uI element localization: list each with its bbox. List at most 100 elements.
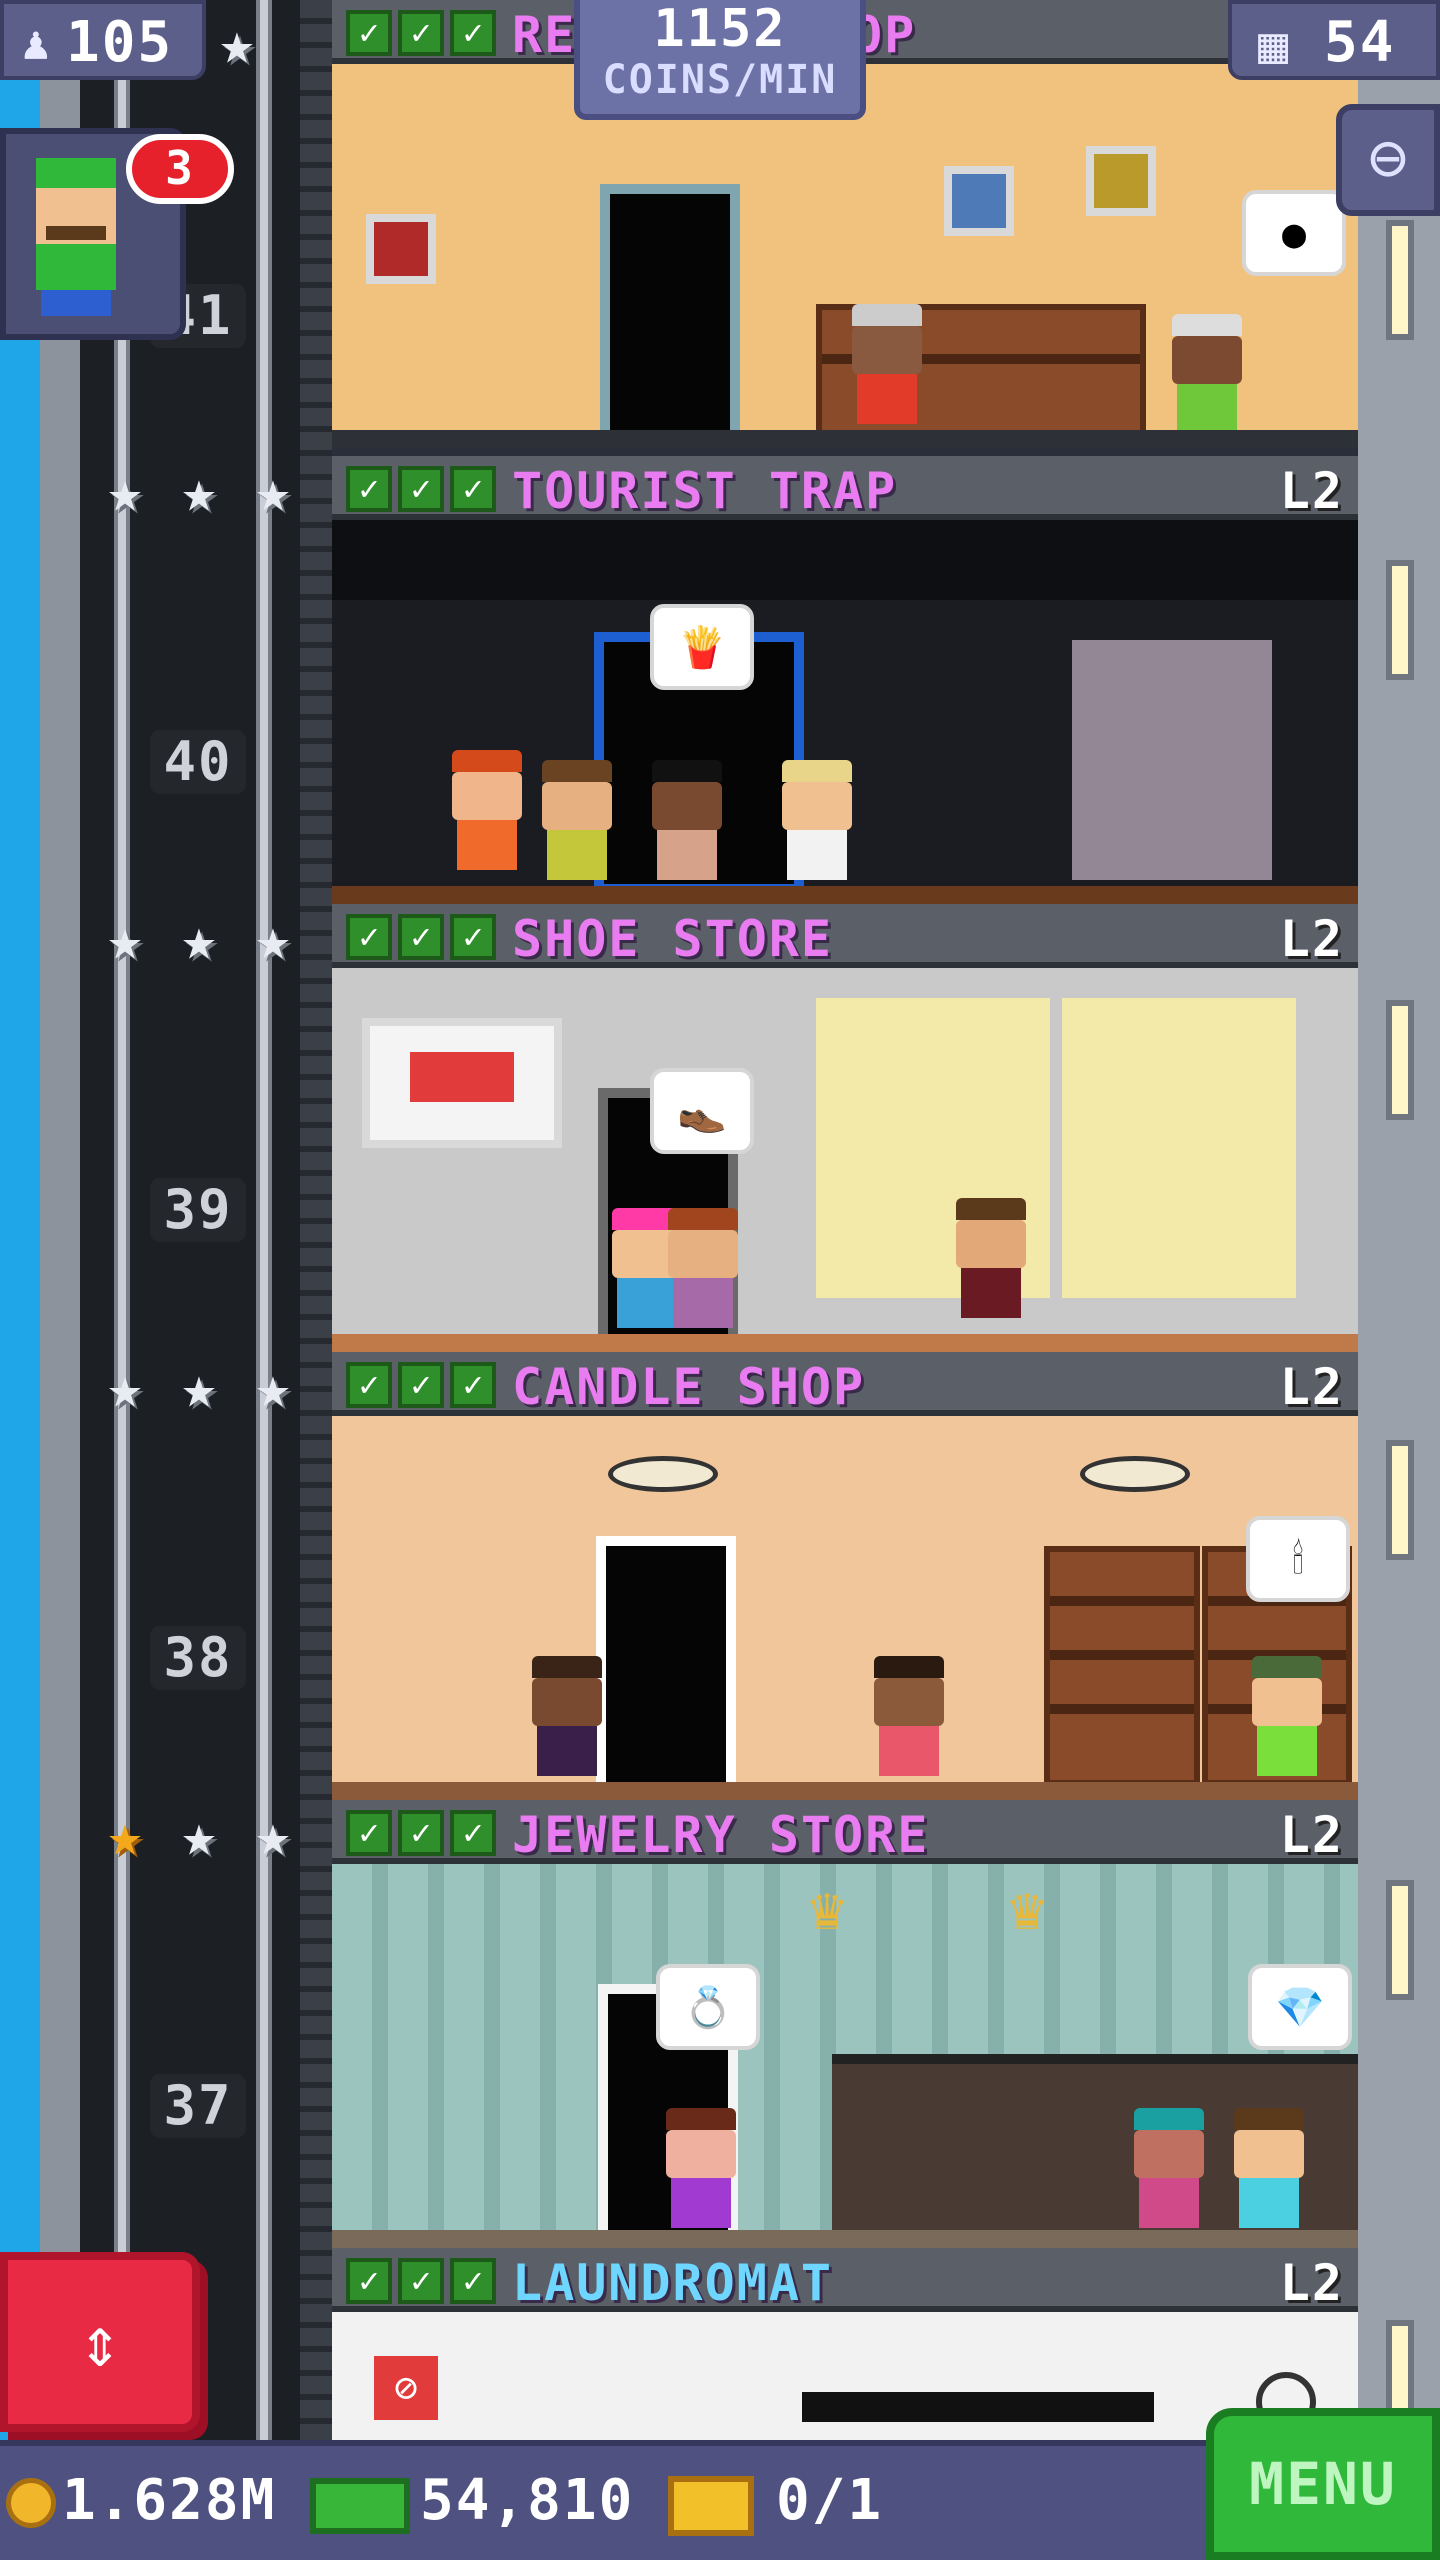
bitizen[interactable] [956,1198,1026,1318]
bitizen[interactable] [782,760,852,880]
floor-checks: ✓ ✓ ✓ [346,2258,496,2304]
coins-value: 1.628M [62,2468,277,2533]
bitizen[interactable] [1252,1656,1322,1776]
bitizen[interactable] [874,1656,944,1776]
floor-name: JEWELRY STORE [512,1806,930,1864]
floor-level: L2 [1279,1358,1344,1416]
bitizen[interactable] [852,304,922,424]
floor-header: ✓ ✓ ✓ JEWELRY STORE L2 [332,1800,1358,1864]
building-icon: ▦ [1258,16,1289,74]
check-icon: ✓ [398,1362,444,1408]
chandelier-icon: ♛ [808,1874,846,1944]
building-window [1386,220,1414,340]
bitizen[interactable] [1134,2108,1204,2228]
building-window [1386,1000,1414,1120]
floor-checks: ✓ ✓ ✓ [346,1810,496,1856]
check-icon: ✓ [346,466,392,512]
mission-panel[interactable]: 3 [0,128,234,340]
ceiling-lamp [608,1456,718,1492]
floor-counter[interactable]: ▦ 54 [1228,0,1440,80]
floor-stars-jewelry-store: ★ ★ ★ [96,1806,302,1864]
up-down-arrows-icon: ⇕ [78,2301,122,2383]
check-icon: ✓ [450,914,496,960]
check-icon: ✓ [346,10,392,56]
floor-stars-shoe-store: ★ ★ ★ [96,910,302,968]
floor-level: L2 [1279,910,1344,968]
floor-interior: ⊘ [332,2312,1358,2440]
floor-candle-shop[interactable]: ✓ ✓ ✓ CANDLE SHOP L2 🕯 [332,1352,1358,1800]
bitizen[interactable] [666,2108,736,2228]
person-icon: ♟ [22,16,50,70]
bitizen[interactable] [668,1208,738,1328]
painting [944,166,1014,236]
floor-name: TOURIST TRAP [512,462,898,520]
floor-header: ✓ ✓ ✓ TOURIST TRAP L2 [332,456,1358,520]
elevator-button[interactable]: ⇕ [0,2252,200,2432]
population-counter[interactable]: ♟ 105 [0,0,206,80]
speech-bubble[interactable]: ● [1242,190,1346,276]
floor-level: L2 [1279,2254,1344,2312]
floor-shoe-store[interactable]: ✓ ✓ ✓ SHOE STORE L2 👞 [332,904,1358,1352]
elevator-floor-number: 37 [150,2074,246,2138]
floor-checks: ✓ ✓ ✓ [346,1362,496,1408]
star-icon: ★ [181,1801,217,1869]
building-window [1386,2320,1414,2420]
floor-stars-top: ★ [208,14,266,72]
building-window [1386,1880,1414,2000]
elevator-floor-number: 39 [150,1178,246,1242]
check-icon: ✓ [450,466,496,512]
elevator-floor-number: 38 [150,1626,246,1690]
speech-bubble[interactable]: 🕯 [1246,1516,1350,1602]
floor-count-value: 54 [1324,10,1396,75]
display-case [1072,640,1272,880]
check-icon: ✓ [450,1362,496,1408]
floor-stars-candle-shop: ★ ★ ★ [96,1358,302,1416]
check-icon: ✓ [346,2258,392,2304]
speech-bubble[interactable]: 👞 [650,1068,754,1154]
zoom-out-button[interactable]: ⊖ [1336,104,1440,216]
floor-name: LAUNDROMAT [512,2254,834,2312]
chandelier-icon: ♛ [1008,1874,1046,1944]
floor-laundromat[interactable]: ✓ ✓ ✓ LAUNDROMAT L2 ⊘ [332,2248,1358,2440]
check-icon: ✓ [398,2258,444,2304]
coins-per-min-value: 1152 [653,0,787,59]
floor-door [596,1536,736,1800]
floor-name: RE [512,6,577,64]
floor-base [332,1782,1358,1800]
gold-star-icon: ★ [107,1801,143,1869]
bitizen[interactable] [452,750,522,870]
check-icon: ✓ [450,1810,496,1856]
floor-interior: 🍟 [332,520,1358,904]
floor-interior: 👞 [332,968,1358,1352]
floor-header: ✓ ✓ ✓ LAUNDROMAT L2 [332,2248,1358,2312]
menu-button[interactable]: MENU [1206,2408,1440,2560]
sky-strip [0,0,40,2440]
check-icon: ✓ [450,10,496,56]
floor-jewelry-store[interactable]: ✓ ✓ ✓ JEWELRY STORE L2 ♛ ♛ 💍 💎 [332,1800,1358,2248]
bitizen[interactable] [532,1656,602,1776]
check-icon: ✓ [346,914,392,960]
star-icon: ★ [255,457,291,525]
floor-base [332,2230,1358,2248]
speech-bubble[interactable]: 💎 [1248,1964,1352,2050]
painting [1086,146,1156,216]
star-icon: ★ [255,1353,291,1421]
mission-character-avatar [24,158,130,328]
star-icon: ★ [255,905,291,973]
bux-icon [310,2478,410,2534]
speech-bubble[interactable]: 💍 [656,1964,760,2050]
floor-checks: ✓ ✓ ✓ [346,466,496,512]
bitizen[interactable] [652,760,722,880]
coins-per-min-label: COINS/MIN [602,57,838,103]
bitizen[interactable] [1172,314,1242,434]
speech-bubble[interactable]: 🍟 [650,604,754,690]
floor-checks: ✓ ✓ ✓ [346,10,496,56]
mission-badge-count: 3 [126,134,234,204]
bitizen[interactable] [1234,2108,1304,2228]
floor-base [332,1334,1358,1352]
floor-tourist-trap[interactable]: ✓ ✓ ✓ TOURIST TRAP L2 🍟 [332,456,1358,904]
population-value: 105 [66,10,174,75]
bitizen[interactable] [542,760,612,880]
elevator-rail-left [114,0,130,2440]
wall-display [802,2392,1154,2422]
